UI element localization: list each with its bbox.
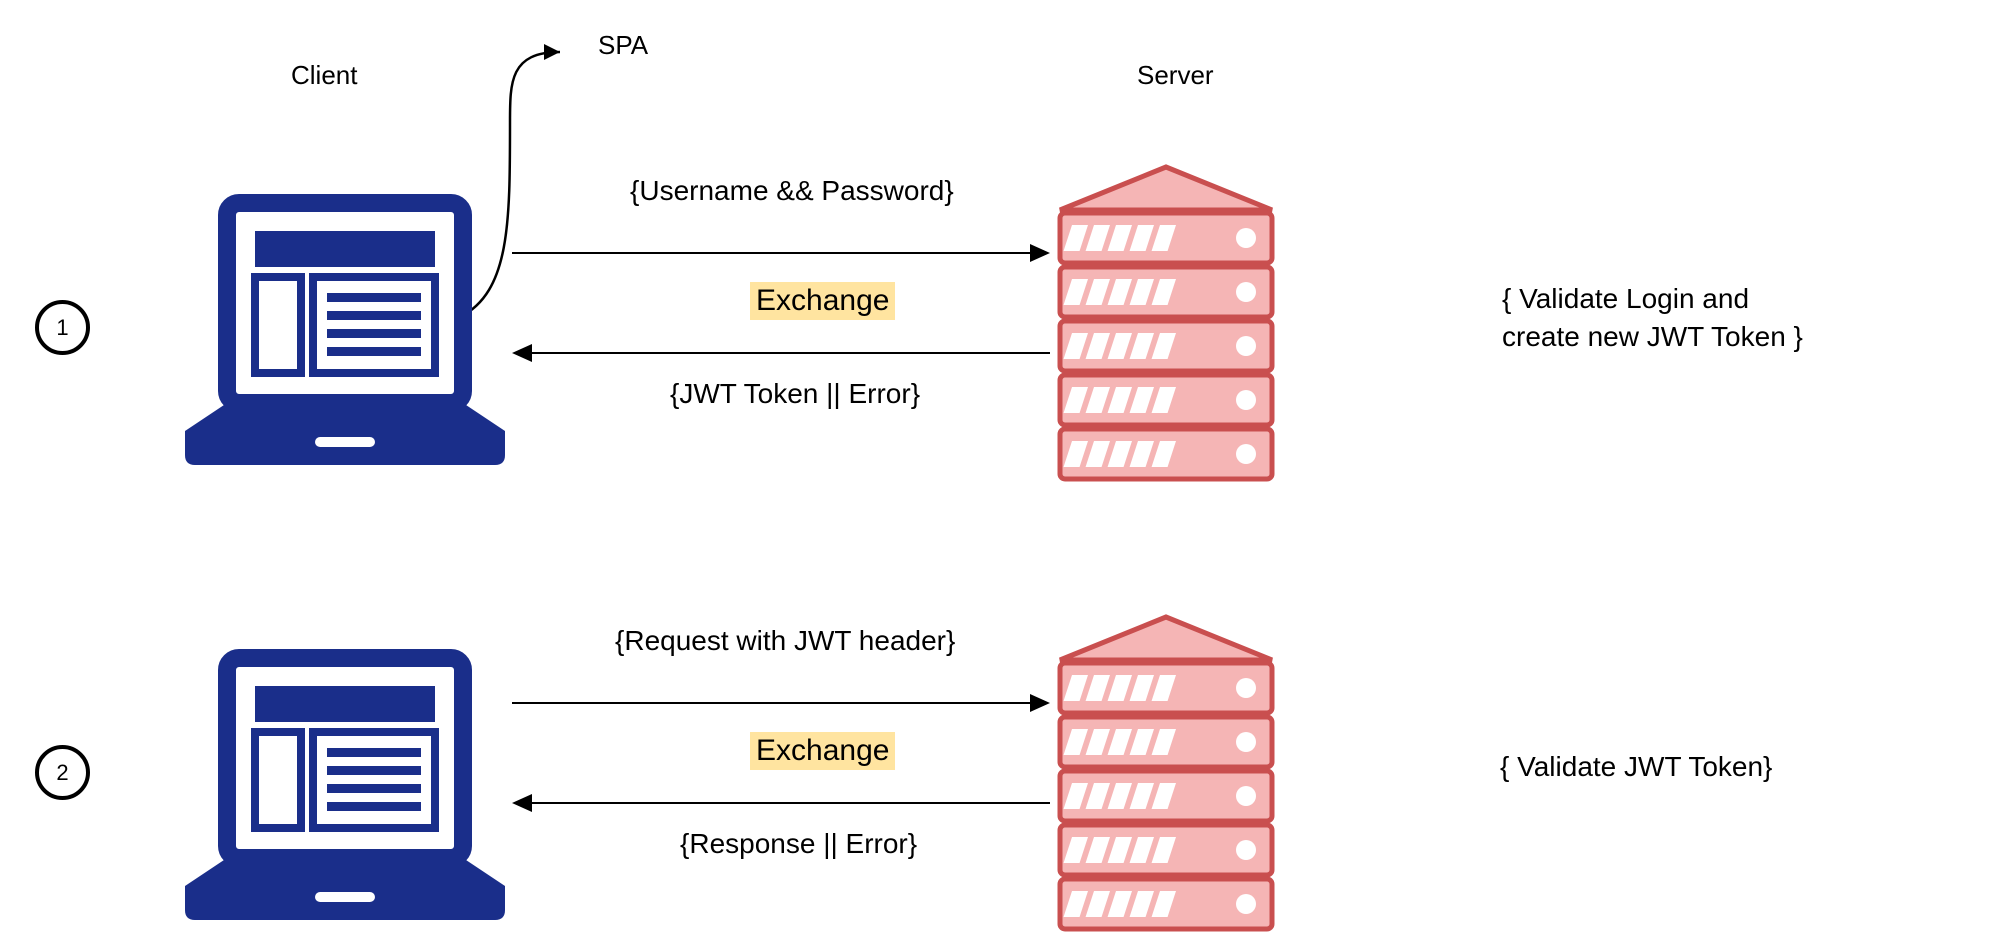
jwt-auth-diagram: Client Server SPA 1	[0, 0, 2000, 945]
step-1-server-line2: create new JWT Token }	[1502, 321, 1803, 352]
client-laptop-icon	[185, 185, 505, 480]
step-1-response-arrow	[530, 352, 1050, 354]
step-1-marker: 1	[35, 300, 90, 355]
step-1-request-arrow	[512, 252, 1032, 254]
step-1-exchange-tag: Exchange	[750, 282, 895, 320]
step-1-response-label: {JWT Token || Error}	[670, 378, 920, 410]
spa-label: SPA	[598, 30, 648, 61]
step-2-response-label: {Response || Error}	[680, 828, 917, 860]
step-1-number: 1	[56, 315, 68, 341]
step-2-request-label: {Request with JWT header}	[615, 625, 955, 657]
server-header: Server	[1137, 60, 1214, 91]
step-1-server-line1: { Validate Login and	[1502, 283, 1749, 314]
server-stack-icon	[1050, 155, 1282, 485]
step-1-request-label: {Username && Password}	[630, 175, 954, 207]
step-1-server-action: { Validate Login and create new JWT Toke…	[1502, 280, 1803, 356]
arrow-right-icon	[1030, 694, 1050, 712]
client-header: Client	[291, 60, 357, 91]
step-2-server-line1: { Validate JWT Token}	[1500, 751, 1772, 782]
server-stack-icon	[1050, 605, 1282, 935]
step-2-exchange-tag: Exchange	[750, 732, 895, 770]
arrow-right-icon	[1030, 244, 1050, 262]
client-laptop-icon	[185, 640, 505, 935]
step-2-number: 2	[56, 760, 68, 786]
arrow-left-icon	[512, 794, 532, 812]
step-2-server-action: { Validate JWT Token}	[1500, 748, 1772, 786]
arrow-left-icon	[512, 344, 532, 362]
step-2-marker: 2	[35, 745, 90, 800]
step-2-request-arrow	[512, 702, 1032, 704]
step-2-response-arrow	[530, 802, 1050, 804]
